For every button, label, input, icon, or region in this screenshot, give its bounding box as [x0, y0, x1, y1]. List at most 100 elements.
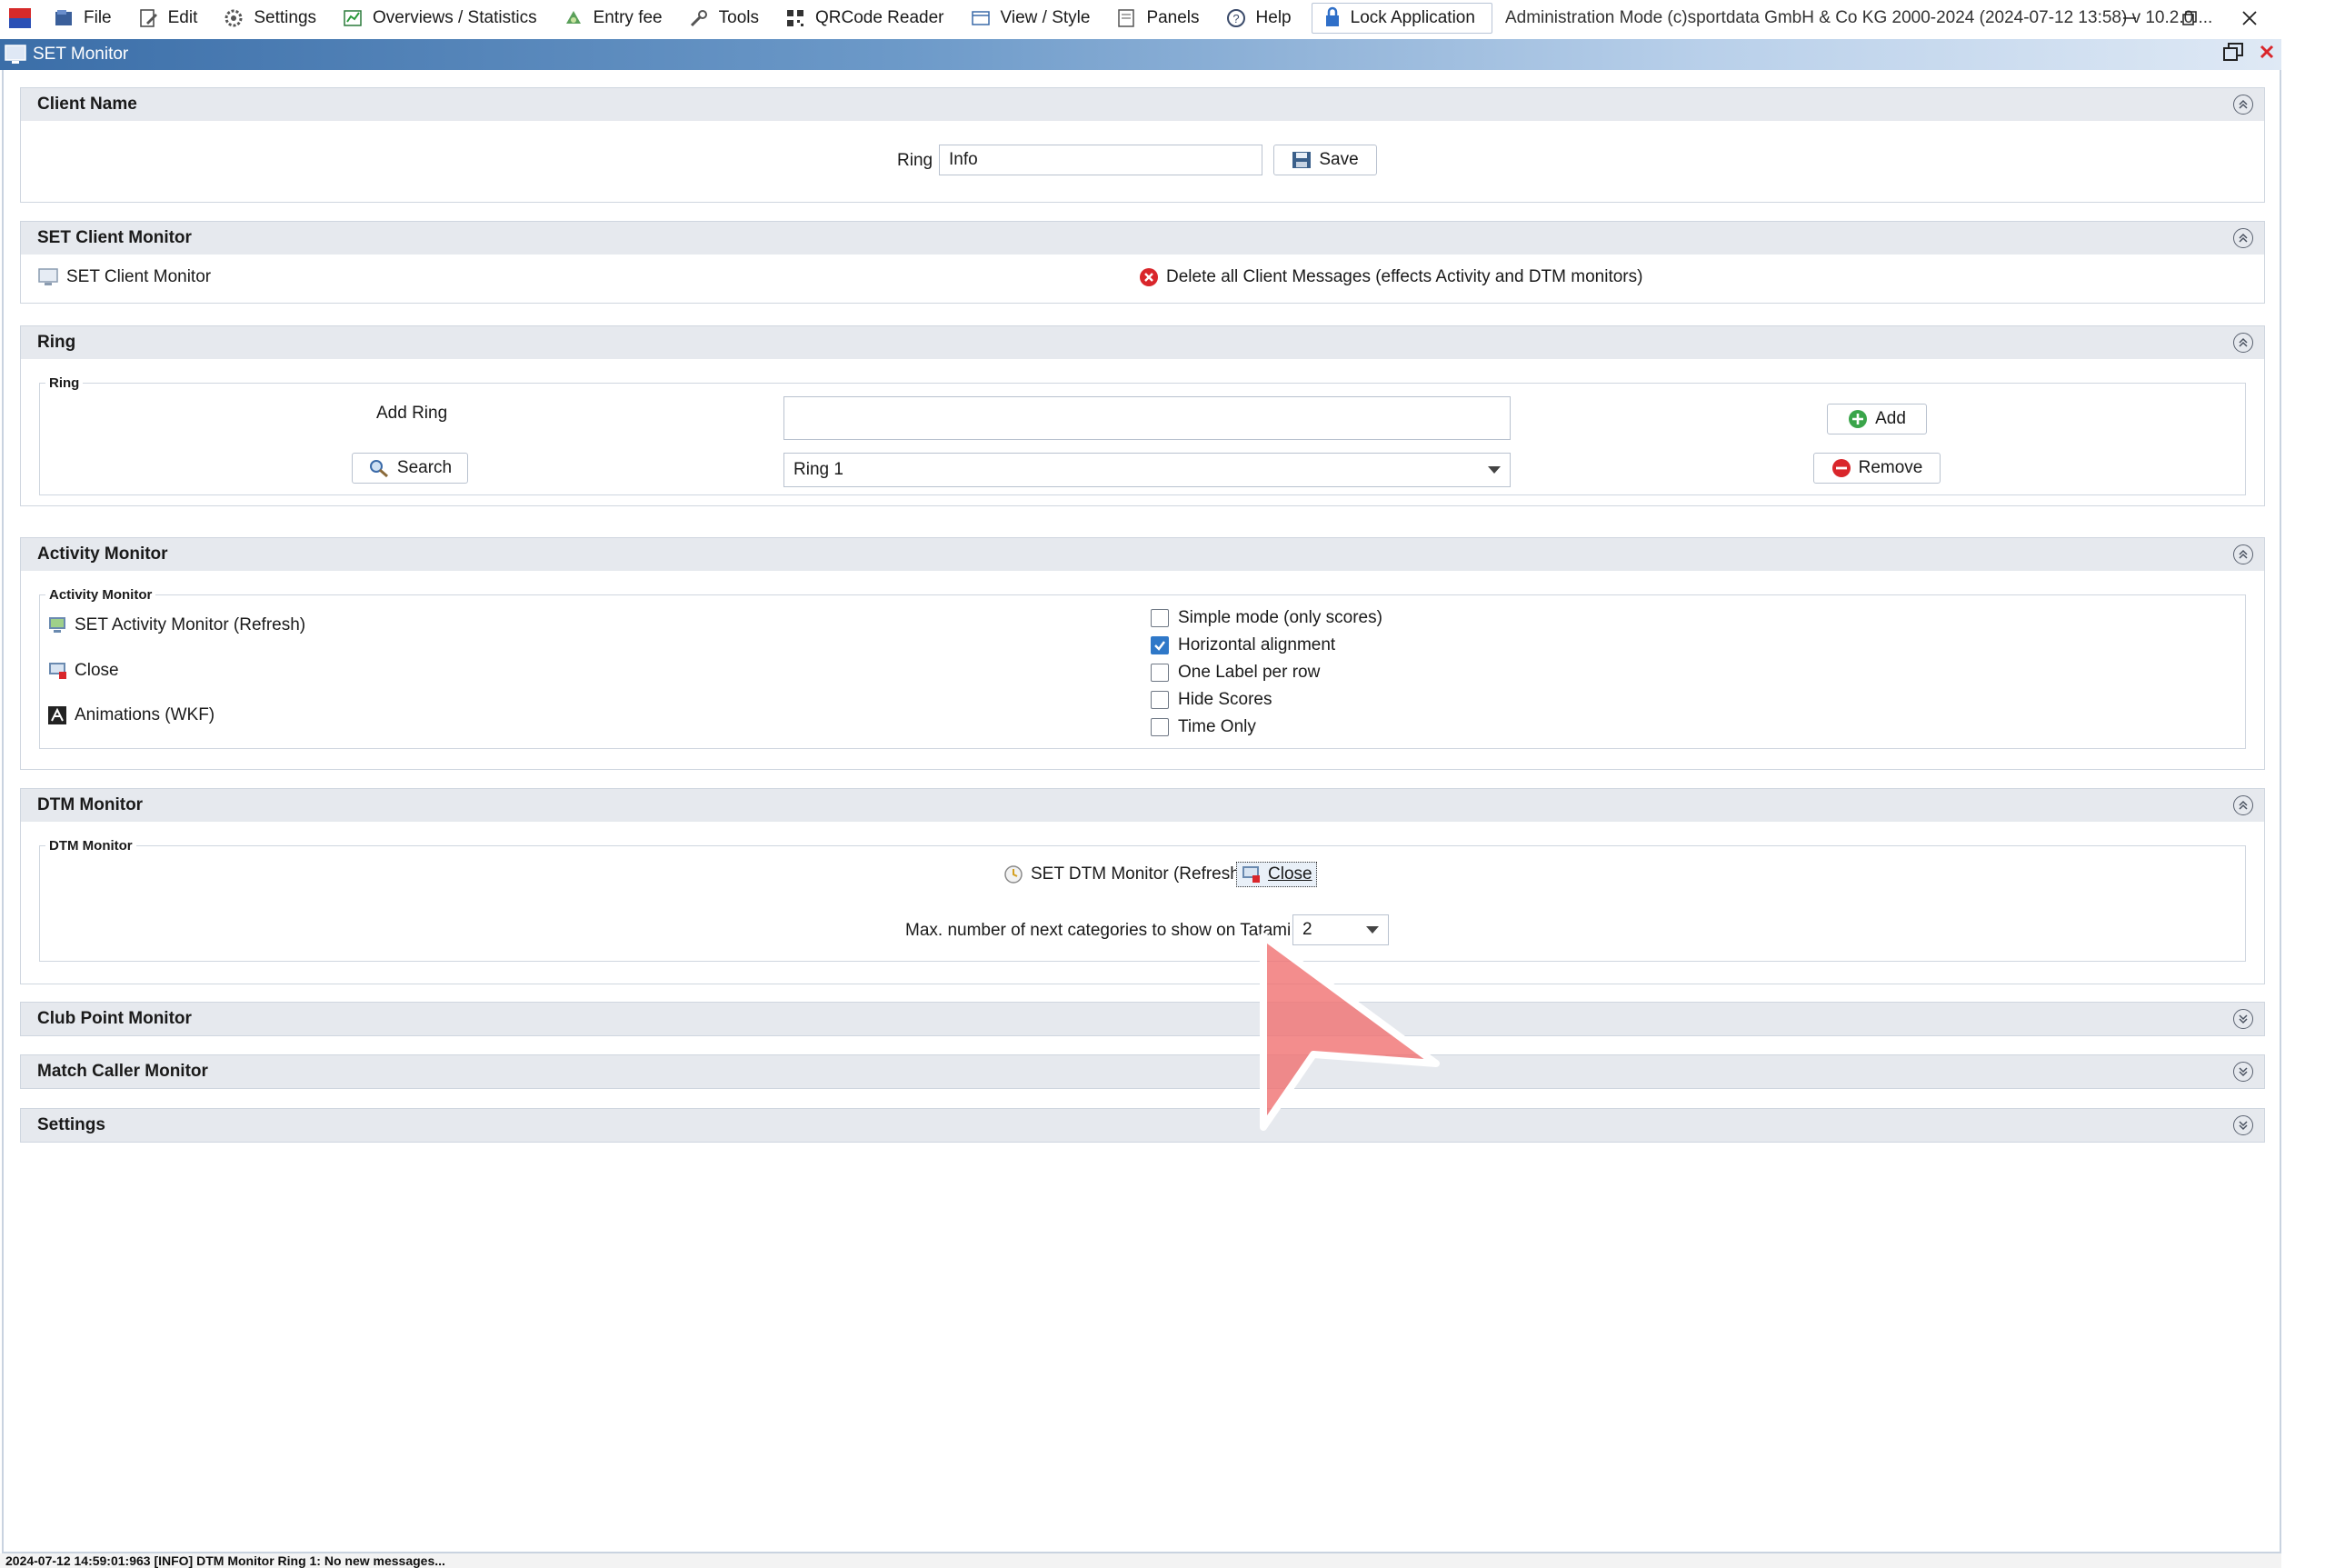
simple-mode-checkbox[interactable]: Simple mode (only scores) [1151, 608, 1382, 628]
max-categories-select[interactable]: 2 [1292, 914, 1389, 945]
hide-scores-checkbox[interactable]: Hide Scores [1151, 690, 1272, 710]
menu-qrcode-label: QRCode Reader [814, 8, 944, 27]
lock-application-label: Lock Application [1350, 8, 1475, 27]
refresh-clock-icon [1004, 865, 1023, 884]
menu-panels[interactable]: Panels [1104, 2, 1213, 35]
menu-file[interactable]: File [42, 2, 126, 35]
app-logo-icon [9, 8, 31, 28]
close-panel-button[interactable] [2258, 43, 2276, 66]
menu-file-label: File [84, 8, 112, 27]
monitor-close-icon [1242, 866, 1260, 883]
ring-name-input[interactable]: Info [939, 145, 1262, 175]
section-header-settings[interactable]: Settings [21, 1109, 2264, 1142]
menu-overviews-statistics[interactable]: Overviews / Statistics [331, 2, 552, 35]
detach-window-button[interactable] [2221, 41, 2245, 68]
activity-monitor-close-link[interactable]: Close [47, 661, 119, 681]
menu-edit-label: Edit [167, 8, 198, 27]
menu-settings-label: Settings [254, 8, 317, 27]
section-header-club-point-monitor[interactable]: Club Point Monitor [21, 1003, 2264, 1035]
section-set-client-monitor: SET Client Monitor SET Client Monitor De… [20, 221, 2265, 304]
collapse-up-icon[interactable] [2233, 544, 2253, 564]
add-ring-button[interactable]: Add [1827, 404, 1927, 434]
restore-icon [2182, 11, 2197, 25]
collapse-up-icon[interactable] [2233, 333, 2253, 353]
one-label-per-row-checkbox[interactable]: One Label per row [1151, 663, 1320, 683]
horizontal-alignment-checkbox[interactable]: Horizontal alignment [1151, 635, 1335, 655]
expand-down-icon[interactable] [2233, 1115, 2253, 1135]
restore-button[interactable] [2160, 0, 2220, 36]
activity-monitor-fieldset: Activity Monitor SET Activity Monitor (R… [39, 587, 2246, 749]
menu-entry-fee[interactable]: Entry fee [552, 2, 677, 35]
section-header-dtm-monitor[interactable]: DTM Monitor [21, 789, 2264, 822]
animations-wkf-link[interactable]: Animations (WKF) [47, 705, 215, 725]
menu-edit[interactable]: Edit [126, 2, 213, 35]
section-dtm-monitor: DTM Monitor DTM Monitor SET DTM Monitor … [20, 788, 2265, 984]
menu-entry-fee-label: Entry fee [593, 8, 663, 27]
app-logo [7, 2, 42, 35]
lock-icon [1323, 6, 1343, 30]
activity-monitor-close-label: Close [75, 661, 119, 680]
menu-qrcode-reader[interactable]: QRCode Reader [773, 2, 959, 35]
activity-monitor-legend: Activity Monitor [45, 587, 156, 603]
qrcode-icon [783, 5, 808, 31]
add-ring-input[interactable] [783, 396, 1511, 440]
status-bar: 2024-07-12 14:59:01:963 [INFO] DTM Monit… [0, 1553, 2281, 1568]
dtm-monitor-close-link[interactable]: Close [1236, 862, 1317, 887]
dtm-monitor-legend: DTM Monitor [45, 838, 136, 854]
section-ring: Ring Ring Add Ring Add Search Ring 1 Rem… [20, 325, 2265, 506]
client-monitor-icon [38, 268, 58, 285]
menu-tools[interactable]: Tools [677, 2, 773, 35]
section-title: Club Point Monitor [37, 1009, 192, 1028]
section-title: Client Name [37, 95, 137, 114]
status-message: 2024-07-12 14:59:01:963 [INFO] DTM Monit… [5, 1553, 445, 1568]
menu-settings[interactable]: Settings [212, 2, 331, 35]
chevron-down-icon [1366, 926, 1379, 934]
section-header-client-name[interactable]: Client Name [21, 88, 2264, 121]
checkbox-box[interactable] [1151, 718, 1169, 736]
section-header-activity-monitor[interactable]: Activity Monitor [21, 538, 2264, 571]
checkbox-box-checked[interactable] [1151, 636, 1169, 654]
ring-select-value: Ring 1 [793, 460, 843, 479]
ring-select[interactable]: Ring 1 [783, 453, 1511, 487]
monitor-refresh-icon [49, 617, 65, 633]
minimize-icon [2123, 17, 2136, 19]
menu-view-style[interactable]: View / Style [959, 2, 1105, 35]
section-header-match-caller-monitor[interactable]: Match Caller Monitor [21, 1055, 2264, 1088]
section-activity-monitor: Activity Monitor Activity Monitor SET Ac… [20, 537, 2265, 770]
chevron-down-icon [1488, 466, 1501, 474]
section-title: Ring [37, 333, 76, 352]
dtm-monitor-refresh-link[interactable]: SET DTM Monitor (Refresh) [1003, 864, 1245, 884]
collapse-up-icon[interactable] [2233, 95, 2253, 115]
lock-application-button[interactable]: Lock Application [1311, 3, 1492, 34]
panels-icon [1113, 5, 1139, 31]
expand-down-icon[interactable] [2233, 1062, 2253, 1082]
search-ring-button[interactable]: Search [352, 453, 468, 484]
checkbox-box[interactable] [1151, 691, 1169, 709]
close-window-button[interactable] [2220, 0, 2280, 36]
expand-down-icon[interactable] [2233, 1009, 2253, 1029]
checkmark-icon [1154, 641, 1165, 651]
section-header-set-client-monitor[interactable]: SET Client Monitor [21, 222, 2264, 255]
checkbox-box[interactable] [1151, 664, 1169, 682]
delete-client-messages-link[interactable]: Delete all Client Messages (effects Acti… [1139, 267, 1642, 287]
edit-icon [135, 5, 161, 31]
collapse-up-icon[interactable] [2233, 228, 2253, 248]
section-title: Activity Monitor [37, 544, 168, 564]
activity-monitor-refresh-link[interactable]: SET Activity Monitor (Refresh) [47, 615, 305, 635]
minimize-button[interactable] [2100, 0, 2160, 36]
help-icon: ? [1223, 5, 1249, 31]
checkbox-box[interactable] [1151, 609, 1169, 627]
animations-wkf-label: Animations (WKF) [75, 705, 215, 724]
time-only-checkbox[interactable]: Time Only [1151, 717, 1256, 737]
collapse-up-icon[interactable] [2233, 795, 2253, 815]
save-button[interactable]: Save [1273, 145, 1377, 175]
section-header-ring[interactable]: Ring [21, 326, 2264, 359]
save-label: Save [1319, 150, 1359, 169]
menu-help[interactable]: ? Help [1214, 2, 1306, 35]
search-label: Search [396, 458, 453, 477]
delete-client-messages-label: Delete all Client Messages (effects Acti… [1166, 267, 1643, 286]
remove-ring-button[interactable]: Remove [1813, 453, 1941, 484]
section-title: Settings [37, 1115, 105, 1134]
set-client-monitor-link[interactable]: SET Client Monitor [37, 267, 211, 287]
hide-scores-label: Hide Scores [1178, 690, 1272, 709]
